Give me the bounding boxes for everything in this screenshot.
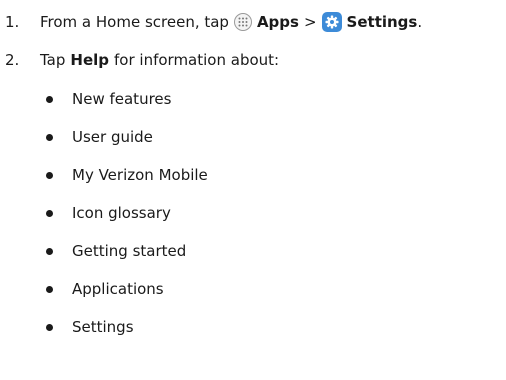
bullet-dot bbox=[46, 133, 53, 141]
settings-icon bbox=[321, 12, 342, 32]
step-text: Tap Help for information about: bbox=[40, 49, 279, 71]
bullet-dot bbox=[46, 95, 53, 103]
list-item-label: Applications bbox=[72, 280, 164, 298]
step-1: 1. From a Home screen, tap Apps > Settin… bbox=[0, 11, 422, 33]
bullet-dot bbox=[46, 285, 53, 293]
step-number: 2. bbox=[5, 51, 20, 69]
apps-label: Apps bbox=[256, 13, 299, 31]
list-item: User guide bbox=[46, 126, 153, 148]
list-item-label: Getting started bbox=[72, 242, 187, 260]
step-text: From a Home screen, tap Apps > Settings … bbox=[40, 11, 422, 33]
step-2: 2. Tap Help for information about: bbox=[0, 49, 279, 71]
list-item: My Verizon Mobile bbox=[46, 164, 208, 186]
step-text-prefix: Tap bbox=[40, 51, 66, 69]
apps-icon bbox=[233, 13, 252, 31]
list-item: Settings bbox=[46, 316, 134, 338]
list-item: Icon glossary bbox=[46, 202, 171, 224]
bullet-dot bbox=[46, 323, 53, 331]
list-item: Getting started bbox=[46, 240, 186, 262]
list-item-label: My Verizon Mobile bbox=[72, 166, 208, 184]
list-item-label: User guide bbox=[72, 128, 153, 146]
settings-label: Settings bbox=[346, 13, 418, 31]
step-text-prefix: From a Home screen, tap bbox=[40, 13, 229, 31]
path-separator: > bbox=[303, 13, 317, 31]
list-item: Applications bbox=[46, 278, 164, 300]
help-label: Help bbox=[70, 51, 110, 69]
bullet-dot bbox=[46, 247, 53, 255]
list-item-label: New features bbox=[72, 90, 172, 108]
list-item-label: Icon glossary bbox=[72, 204, 171, 222]
bullet-dot bbox=[46, 171, 53, 179]
step-text-suffix: for information about: bbox=[114, 51, 280, 69]
step-text-suffix: . bbox=[417, 13, 423, 31]
step-number: 1. bbox=[5, 13, 20, 31]
list-item: New features bbox=[46, 88, 171, 110]
help-instructions: 1. From a Home screen, tap Apps > Settin… bbox=[0, 0, 506, 380]
list-item-label: Settings bbox=[72, 318, 134, 336]
bullet-dot bbox=[46, 209, 53, 217]
